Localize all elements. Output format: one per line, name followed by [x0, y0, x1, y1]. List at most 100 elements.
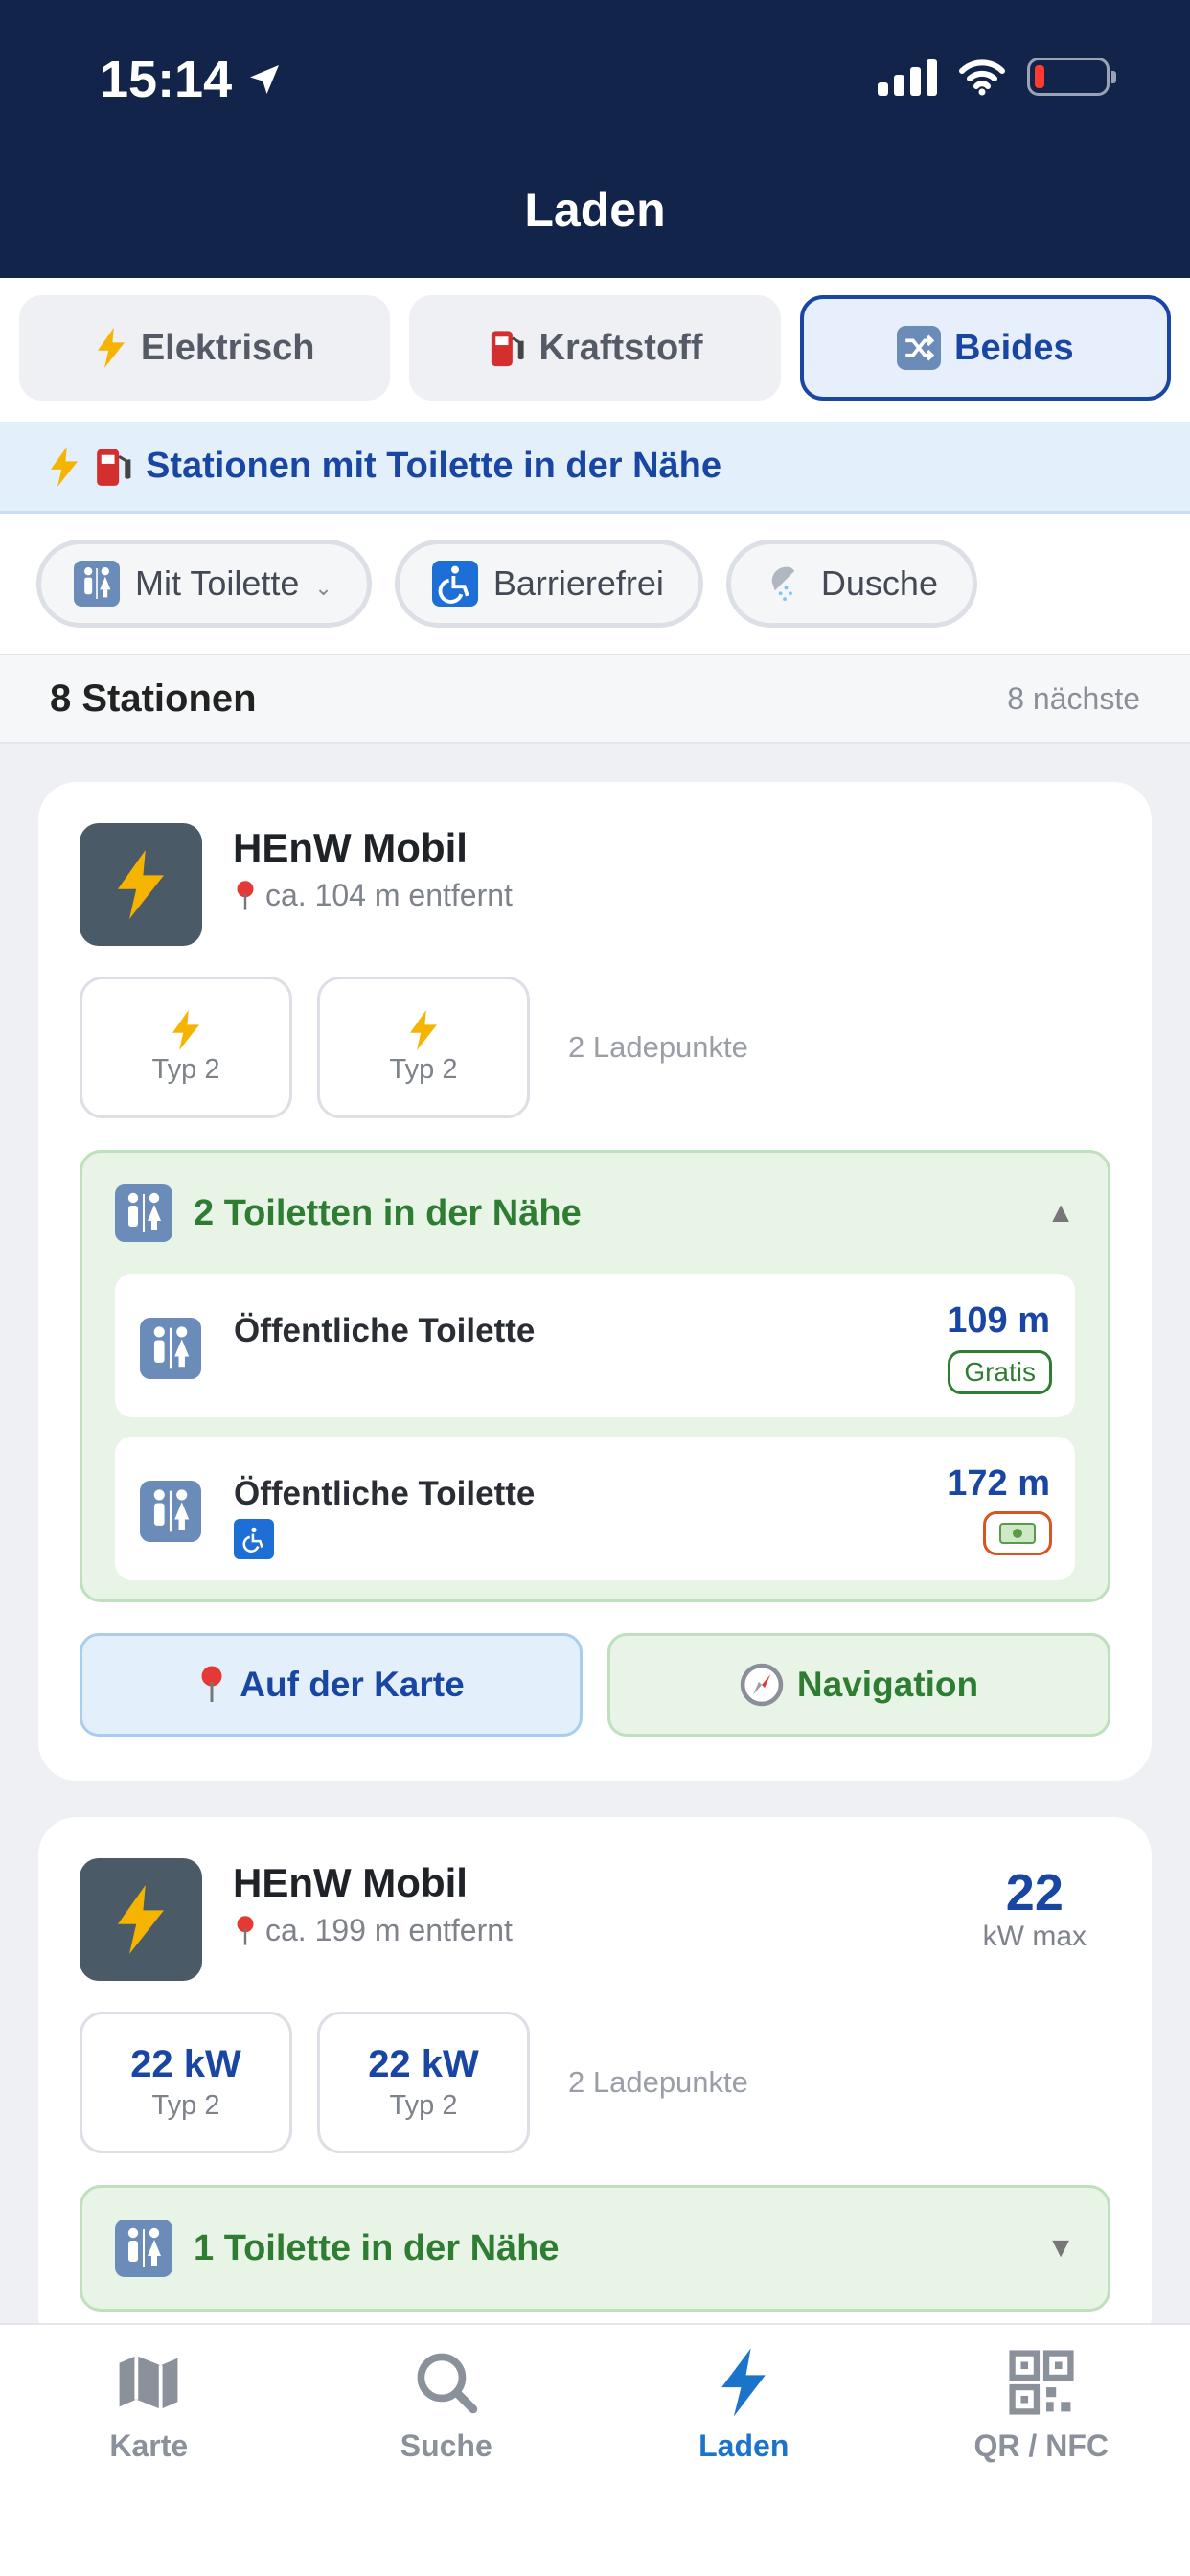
fuel-pump-icon	[491, 331, 524, 367]
tab-suche[interactable]: Suche	[298, 2325, 596, 2576]
wheelchair-icon	[234, 1519, 274, 1559]
segment-label: Beides	[954, 327, 1074, 368]
station-type-icon	[80, 1858, 202, 1981]
filter-chips: Mit Toilette ⌄ Barrierefrei Dusche	[0, 514, 1190, 656]
results-sort-label: 8 nächste	[1007, 680, 1140, 716]
station-distance: ca. 104 m entfernt	[233, 878, 513, 913]
battery-icon	[1027, 58, 1116, 96]
map-icon	[119, 2356, 178, 2409]
segment-kraftstoff[interactable]: Kraftstoff	[409, 295, 781, 401]
nearby-toilets-panel: 2 Toiletten in der Nähe ▲ Öffentliche To…	[80, 1150, 1110, 1602]
nearby-toilets-panel: 1 Toilette in der Nähe ▼	[80, 2185, 1110, 2312]
wifi-icon	[959, 59, 1005, 96]
connector-type: Typ 2	[151, 1053, 220, 1085]
max-power-unit: kW max	[982, 1920, 1087, 1952]
pin-icon	[237, 1915, 254, 1945]
toilets-toggle[interactable]: 1 Toilette in der Nähe ▼	[82, 2188, 1108, 2309]
toilets-toggle[interactable]: 2 Toiletten in der Nähe ▲	[82, 1153, 1108, 1274]
restroom-icon	[115, 1184, 172, 1242]
tab-karte[interactable]: Karte	[0, 2325, 298, 2576]
fuel-type-segments: Elektrisch Kraftstoff Beides	[0, 278, 1190, 422]
max-power: 22 kW max	[983, 1865, 1087, 1953]
connector-type: Typ 2	[151, 2090, 220, 2121]
connector-type: Typ 2	[389, 1053, 458, 1085]
chip-label: Mit Toilette	[135, 564, 300, 603]
page-title: Laden	[524, 183, 666, 237]
shower-icon	[771, 566, 795, 602]
chip-label: Dusche	[820, 564, 938, 603]
connector-card: Typ 2	[80, 977, 292, 1118]
charge-point-count: 2 Ladepunkte	[568, 1030, 748, 1064]
restroom-icon	[140, 1318, 201, 1379]
connector-type: Typ 2	[389, 2090, 458, 2121]
banner-text: Stationen mit Toilette in der Nähe	[146, 446, 722, 486]
station-actions: Auf der Karte Navigation	[80, 1633, 1110, 1736]
connector-card: Typ 2	[317, 977, 530, 1118]
tab-label: Karte	[109, 2428, 189, 2463]
connector-list: Typ 2 Typ 2 2 Ladepunkte	[80, 977, 748, 1118]
lightning-icon	[97, 328, 125, 368]
filter-mit-toilette[interactable]: Mit Toilette ⌄	[36, 540, 372, 628]
qr-code-icon	[1009, 2350, 1074, 2415]
station-card[interactable]: HEnW Mobil ca. 199 m entfernt 22 kW max …	[38, 1817, 1152, 2354]
filter-barrierefrei[interactable]: Barrierefrei	[394, 540, 703, 628]
segment-elektrisch[interactable]: Elektrisch	[19, 295, 391, 401]
lightning-icon	[721, 2348, 767, 2417]
shuffle-icon	[897, 326, 941, 370]
connector-card: 22 kW Typ 2	[80, 2012, 292, 2153]
chevron-down-icon: ▼	[1046, 2232, 1075, 2264]
restroom-icon	[115, 2220, 172, 2277]
toilet-name: Öffentliche Toilette	[234, 1312, 536, 1349]
distance-text: ca. 199 m entfernt	[265, 1913, 513, 1947]
tab-label: QR / NFC	[973, 2428, 1109, 2463]
filter-dusche[interactable]: Dusche	[725, 540, 977, 628]
station-distance: ca. 199 m entfernt	[233, 1913, 513, 1948]
chip-label: Barrierefrei	[492, 564, 664, 603]
results-count: 8 Stationen	[50, 677, 257, 720]
toilets-header-text: 2 Toiletten in der Nähe	[194, 1192, 582, 1233]
segment-beides[interactable]: Beides	[799, 295, 1171, 401]
station-card[interactable]: HEnW Mobil ca. 104 m entfernt Typ 2 Typ …	[38, 782, 1152, 1781]
restroom-icon	[74, 561, 120, 607]
station-type-icon	[80, 823, 202, 946]
pin-icon	[201, 1666, 222, 1702]
button-label: Auf der Karte	[240, 1665, 465, 1704]
tab-label: Suche	[400, 2428, 492, 2463]
tab-laden[interactable]: Laden	[595, 2325, 893, 2576]
bottom-tab-bar: Karte Suche Laden QR / NFC	[0, 2323, 1190, 2576]
location-arrow-icon	[250, 65, 280, 94]
pin-icon	[237, 880, 254, 910]
button-label: Navigation	[796, 1665, 979, 1704]
results-header: 8 Stationen 8 nächste	[0, 656, 1190, 744]
chevron-up-icon: ▲	[1046, 1197, 1075, 1229]
toilet-distance: 172 m	[947, 1463, 1050, 1504]
toilet-item[interactable]: Öffentliche Toilette 172 m	[115, 1437, 1075, 1580]
free-badge: Gratis	[948, 1350, 1052, 1394]
max-power-value: 22	[1005, 1864, 1064, 1921]
connector-power: 22 kW	[130, 2043, 241, 2085]
wheelchair-icon	[431, 561, 478, 607]
connector-power: 22 kW	[368, 2043, 479, 2085]
compass-icon	[740, 1663, 784, 1707]
segment-label: Kraftstoff	[538, 327, 703, 368]
chevron-down-icon: ⌄	[314, 576, 332, 600]
status-indicators	[878, 58, 1116, 96]
toilet-item[interactable]: Öffentliche Toilette 109 m Gratis	[115, 1274, 1075, 1417]
show-on-map-button[interactable]: Auf der Karte	[80, 1633, 583, 1736]
charge-point-count: 2 Ladepunkte	[568, 2065, 748, 2099]
status-time-text: 15:14	[100, 51, 233, 108]
lightning-icon	[118, 850, 164, 919]
tab-label: Laden	[698, 2428, 790, 2463]
toilets-header-text: 1 Toilette in der Nähe	[194, 2227, 560, 2268]
lightning-icon	[51, 446, 78, 487]
station-name: HEnW Mobil	[233, 825, 468, 870]
lightning-icon	[410, 1009, 437, 1050]
connector-card: 22 kW Typ 2	[317, 2012, 530, 2153]
money-icon	[983, 1511, 1052, 1555]
toilet-name: Öffentliche Toilette	[234, 1475, 536, 1512]
status-time: 15:14	[100, 50, 284, 109]
navigation-button[interactable]: Navigation	[607, 1633, 1110, 1736]
distance-text: ca. 104 m entfernt	[265, 878, 513, 912]
tab-qr-nfc[interactable]: QR / NFC	[893, 2325, 1190, 2576]
app-header: 15:14 Laden	[0, 0, 1190, 278]
